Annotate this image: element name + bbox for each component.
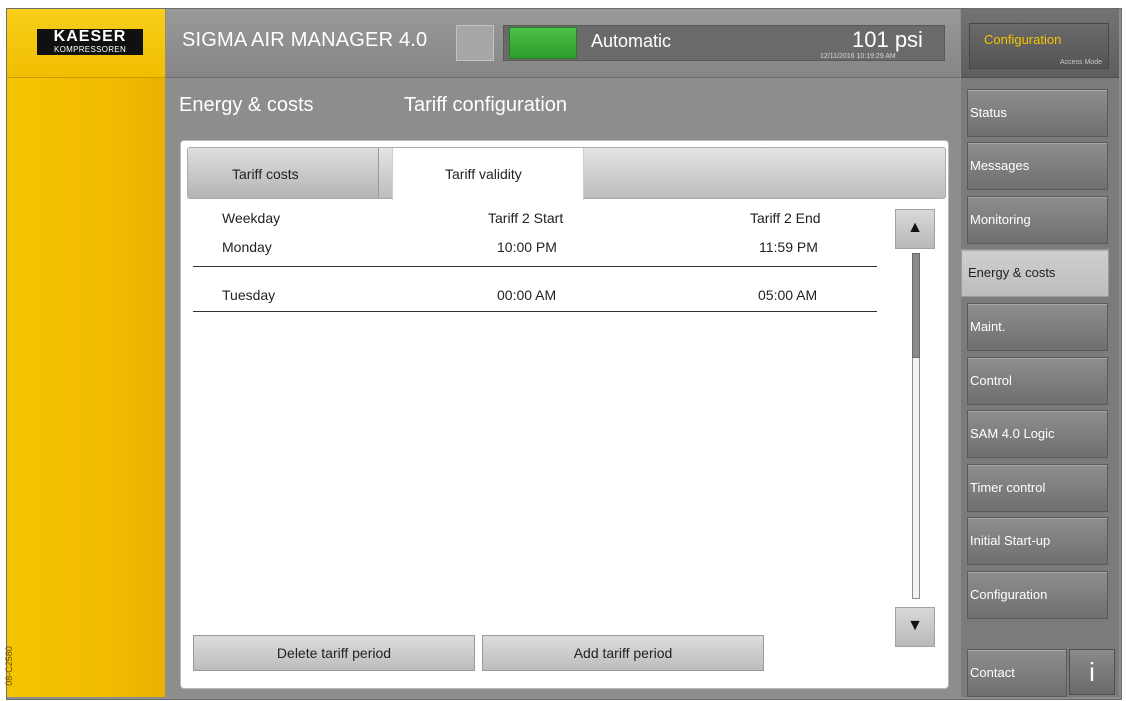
nav-label: Initial Start-up <box>970 533 1051 548</box>
nav-energy-costs[interactable]: Energy & costs <box>961 249 1109 297</box>
nav-label: Timer control <box>970 480 1046 495</box>
nav-maint[interactable]: Maint. <box>967 303 1108 351</box>
arrow-up-icon: ▲ <box>907 219 923 236</box>
header-weekday: Weekday <box>222 210 281 226</box>
right-nav-column: Configuration Access Mode Status Message… <box>961 9 1119 697</box>
operating-mode: Automatic <box>591 31 672 51</box>
nav-timer-control[interactable]: Timer control <box>967 464 1108 512</box>
tariff-panel: Tariff costs Tariff validity Weekday Tar… <box>180 140 949 689</box>
nav-label: SAM 4.0 Logic <box>970 426 1055 441</box>
timestamp: 12/11/2016 10:19:29 AM <box>820 53 896 60</box>
nav-label: Messages <box>970 158 1030 173</box>
row-weekday: Monday <box>222 239 272 255</box>
nav-label: Configuration <box>970 587 1048 602</box>
scroll-down-button[interactable]: ▼ <box>895 607 935 647</box>
scroll-up-button[interactable]: ▲ <box>895 209 935 249</box>
nav-label: Energy & costs <box>968 265 1056 280</box>
row-end: 05:00 AM <box>758 287 818 303</box>
nav-label: Control <box>970 373 1012 388</box>
nav-label: Contact <box>970 665 1015 680</box>
delete-tariff-period-button[interactable]: Delete tariff period <box>193 635 475 671</box>
tab-tariff-validity[interactable]: Tariff validity <box>392 148 584 200</box>
nav-label: Status <box>970 105 1007 120</box>
run-status-led <box>509 27 577 59</box>
tab-bar: Tariff costs Tariff validity <box>187 147 946 200</box>
page-title: Tariff configuration <box>404 94 568 116</box>
row-end: 11:59 PM <box>759 239 818 255</box>
config-header: Configuration Access Mode <box>961 9 1119 78</box>
nav-label: Maint. <box>970 319 1006 334</box>
nav-messages[interactable]: Messages <box>967 142 1108 190</box>
nav-sam-logic[interactable]: SAM 4.0 Logic <box>967 410 1108 458</box>
status-indicator-box[interactable] <box>456 25 494 61</box>
row-weekday: Tuesday <box>222 287 276 303</box>
row-start: 10:00 PM <box>497 239 557 255</box>
configuration-access-button[interactable]: Configuration Access Mode <box>969 23 1109 69</box>
tab-label: Tariff costs <box>232 166 299 182</box>
button-label: Add tariff period <box>573 645 673 661</box>
info-icon: i <box>1089 657 1095 687</box>
top-header: SIGMA AIR MANAGER 4.0 Automatic 101 psi … <box>166 9 960 78</box>
system-pressure: 101 psi <box>852 27 923 52</box>
access-mode-label: Access Mode <box>1059 59 1102 66</box>
logo-subtitle: KOMPRESSOREN <box>53 45 127 54</box>
row-start: 00:00 AM <box>497 287 557 303</box>
nav-status[interactable]: Status <box>967 89 1108 137</box>
info-button[interactable]: i <box>1069 649 1115 695</box>
app-title: SIGMA AIR MANAGER 4.0 <box>182 29 428 51</box>
main-content: Energy & costs Tariff configuration Tari… <box>166 78 960 697</box>
header-tariff-end: Tariff 2 End <box>750 210 821 226</box>
breadcrumb-section[interactable]: Energy & costs <box>179 94 314 117</box>
row-divider <box>193 266 877 267</box>
scroll-thumb[interactable] <box>912 253 920 358</box>
tab-label: Tariff validity <box>445 166 522 182</box>
nav-label: Monitoring <box>970 212 1031 227</box>
row-divider <box>193 311 877 312</box>
kaeser-logo: KAESER KOMPRESSOREN <box>37 29 143 55</box>
configuration-label: Configuration <box>984 32 1062 47</box>
nav-configuration[interactable]: Configuration <box>967 571 1108 619</box>
add-tariff-period-button[interactable]: Add tariff period <box>482 635 764 671</box>
header-tariff-start: Tariff 2 Start <box>488 210 564 226</box>
button-label: Delete tariff period <box>276 645 392 661</box>
image-code: 08-C2580 <box>3 646 14 686</box>
logo-name: KAESER <box>53 28 127 45</box>
brand-header: KAESER KOMPRESSOREN <box>7 9 165 78</box>
nav-initial-startup[interactable]: Initial Start-up <box>967 517 1108 565</box>
arrow-down-icon: ▼ <box>907 617 923 634</box>
brand-bar: KAESER KOMPRESSOREN 08-C2580 <box>3 9 165 697</box>
tab-tariff-costs[interactable]: Tariff costs <box>188 148 379 198</box>
nav-control[interactable]: Control <box>967 357 1108 405</box>
nav-monitoring[interactable]: Monitoring <box>967 196 1108 244</box>
nav-contact[interactable]: Contact <box>967 649 1067 697</box>
